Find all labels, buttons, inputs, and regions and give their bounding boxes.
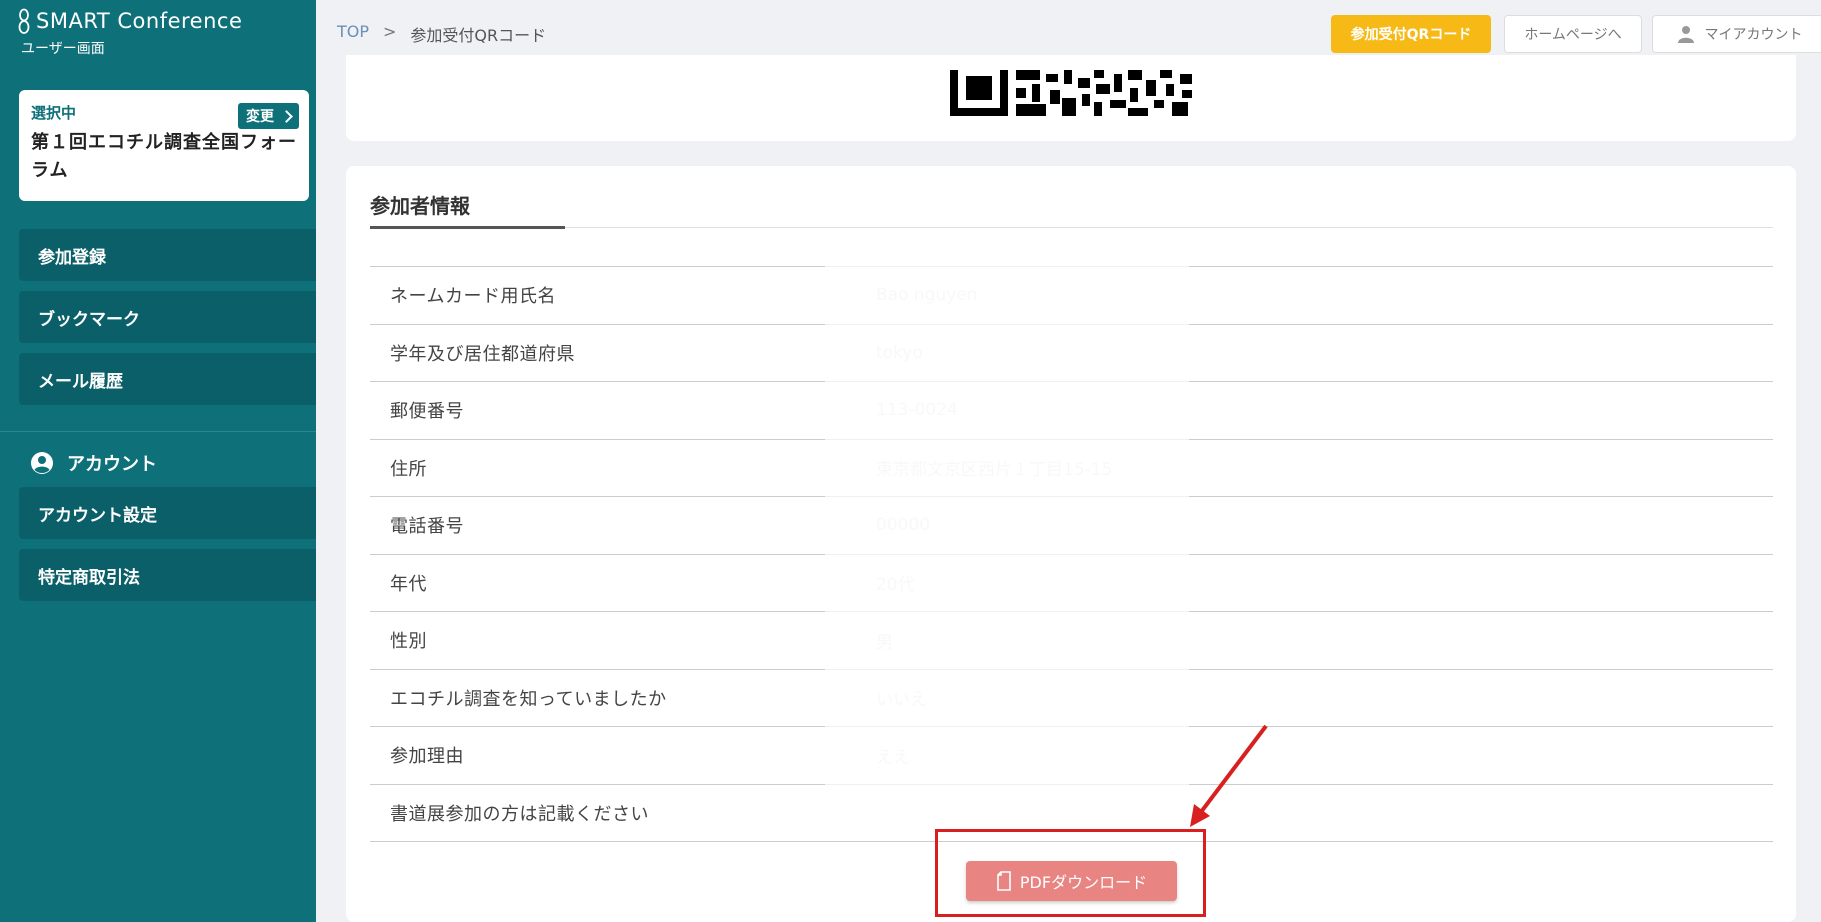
homepage-button[interactable]: ホームページへ	[1504, 15, 1642, 53]
file-icon	[997, 871, 1011, 891]
participant-info-card: 参加者情報 ネームカード用氏名 Bao nguyen 学年及び居住都道府県 toky…	[346, 166, 1796, 922]
breadcrumb-current: 参加受付QRコード	[410, 26, 547, 45]
row-value: Bao nguyen	[876, 285, 978, 306]
table-row: 学年及び居住都道府県 tokyo	[370, 325, 1773, 382]
qr-card	[346, 55, 1796, 141]
row-label: 住所	[390, 458, 427, 480]
brand-subtitle: ユーザー画面	[21, 41, 105, 57]
table-row: 電話番号 00000	[370, 497, 1773, 555]
change-event-button[interactable]: 変更	[238, 103, 299, 129]
row-value: 00000	[876, 515, 931, 536]
account-heading: アカウント	[30, 450, 157, 476]
breadcrumb-separator: >	[383, 22, 397, 41]
table-row: 参加理由 ええ	[370, 727, 1773, 785]
pdf-download-button[interactable]: PDFダウンロード	[966, 861, 1177, 901]
nav-commercial-law[interactable]: 特定商取引法	[19, 549, 316, 601]
row-value: 東京都文京区西片１丁目15-15	[876, 460, 1113, 481]
breadcrumb: TOP > 参加受付QRコード	[337, 22, 546, 46]
title-underline	[370, 227, 1773, 228]
row-value: ええ	[876, 747, 910, 768]
table-row: 住所 東京都文京区西片１丁目15-15	[370, 440, 1773, 497]
nav-divider	[0, 431, 316, 432]
title-accent	[370, 226, 565, 229]
brand[interactable]: SMART Conference ユーザー画面	[18, 8, 242, 58]
change-label: 変更	[246, 109, 274, 125]
qr-code-image	[950, 70, 1192, 116]
account-heading-label: アカウント	[67, 454, 157, 475]
nav-registration[interactable]: 参加登録	[19, 229, 316, 281]
row-label: 参加理由	[390, 746, 464, 768]
table-row: ネームカード用氏名 Bao nguyen	[370, 267, 1773, 325]
my-account-label: マイアカウント	[1704, 27, 1803, 43]
row-label: 電話番号	[390, 516, 464, 538]
row-label: 学年及び居住都道府県	[390, 343, 575, 365]
row-value: いいえ	[876, 690, 927, 711]
pdf-download-label: PDFダウンロード	[1019, 873, 1148, 892]
row-value: 20代	[876, 575, 915, 596]
row-label: 郵便番号	[390, 401, 464, 423]
nav-mail-history[interactable]: メール履歴	[19, 353, 316, 405]
row-label: 性別	[390, 631, 427, 653]
brand-title: SMART Conference	[36, 9, 243, 33]
row-label: 年代	[390, 573, 427, 595]
row-label: 書道展参加の方は記載ください	[390, 803, 649, 825]
table-row: エコチル調査を知っていましたか いいえ	[370, 670, 1773, 727]
brand-logo-icon	[18, 8, 30, 34]
nav-account-settings[interactable]: アカウント設定	[19, 487, 316, 539]
row-label: ネームカード用氏名	[390, 286, 556, 308]
sidebar: SMART Conference ユーザー画面 選択中 変更 第１回エコチル調査…	[0, 0, 316, 922]
row-value: tokyo	[876, 342, 923, 363]
participant-info-table: ネームカード用氏名 Bao nguyen 学年及び居住都道府県 tokyo 郵便番号…	[370, 266, 1773, 842]
row-value: 男	[876, 632, 893, 653]
selected-event-card: 選択中 変更 第１回エコチル調査全国フォーラム	[19, 90, 309, 201]
event-name: 第１回エコチル調査全国フォーラム	[31, 132, 297, 181]
chevron-right-icon	[280, 109, 293, 123]
section-title: 参加者情報	[370, 194, 470, 218]
table-row: 書道展参加の方は記載ください	[370, 785, 1773, 842]
my-account-button[interactable]: マイアカウント	[1652, 15, 1821, 53]
account-circle-icon	[31, 452, 53, 474]
qr-code-button[interactable]: 参加受付QRコード	[1331, 15, 1491, 53]
table-row: 郵便番号 113-0024	[370, 382, 1773, 440]
breadcrumb-top-link[interactable]: TOP	[337, 22, 369, 46]
table-row: 年代 20代	[370, 555, 1773, 612]
person-icon	[1677, 26, 1694, 43]
table-row: 性別 男	[370, 612, 1773, 670]
row-value: 113-0024	[876, 400, 958, 421]
row-label: エコチル調査を知っていましたか	[390, 688, 667, 710]
nav-bookmark[interactable]: ブックマーク	[19, 291, 316, 343]
